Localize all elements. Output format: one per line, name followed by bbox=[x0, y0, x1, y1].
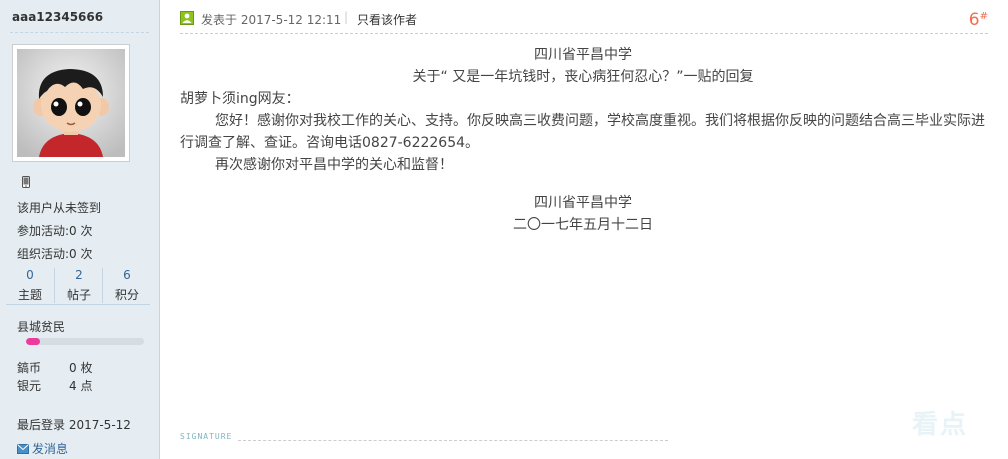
view-author-only-link[interactable]: 只看该作者 bbox=[357, 11, 417, 28]
post-paragraph: 再次感谢你对平昌中学的关心和监督！ bbox=[215, 157, 453, 173]
user-group[interactable]: 县城贫民 bbox=[17, 318, 65, 335]
signature-divider bbox=[238, 440, 668, 441]
credit-value: 0 枚 bbox=[69, 361, 93, 375]
stat-label: 积分 bbox=[114, 288, 139, 302]
credit-silver: 银元 4 点 bbox=[17, 377, 92, 394]
stat-topics[interactable]: 0 主题 bbox=[6, 268, 54, 303]
stat-label: 帖子 bbox=[66, 288, 91, 302]
post-signature-org: 四川省平昌中学 bbox=[534, 195, 632, 211]
stat-points[interactable]: 6 积分 bbox=[102, 268, 151, 303]
credit-coins: 鎬币 0 枚 bbox=[17, 359, 92, 376]
online-status-icon bbox=[180, 11, 194, 25]
post-signature-date: 二〇一七年五月十二日 bbox=[513, 217, 653, 233]
username[interactable]: aaa12345666 bbox=[12, 10, 103, 24]
floor-number-value: 6 bbox=[968, 10, 980, 30]
stat-value: 0 bbox=[26, 268, 34, 282]
credit-label: 银元 bbox=[17, 379, 42, 393]
avatar-cartoon-icon bbox=[17, 49, 125, 157]
activity-join-count: 参加活动:0 次 bbox=[17, 224, 93, 238]
post-title-subject: 关于“ 又是一年坑钱时，丧心病狂何忍心？”一贴的回复 bbox=[412, 69, 754, 85]
activity-organize-count: 组织活动:0 次 bbox=[17, 247, 93, 261]
post-paragraph: 您好！感谢你对我校工作的关心、支持。你反映高三收费问题，学校高度重视。我们将根据… bbox=[180, 113, 985, 151]
stat-value: 2 bbox=[75, 268, 83, 282]
phone-icon bbox=[22, 176, 30, 188]
watermark-logo: 看点 bbox=[911, 410, 968, 440]
post-header: 发表于 2017-5-12 12:11 | 只看该作者 6# bbox=[180, 10, 988, 30]
stat-label: 主题 bbox=[17, 288, 42, 302]
stat-posts[interactable]: 2 帖子 bbox=[54, 268, 103, 303]
sidebar-divider bbox=[10, 32, 149, 33]
last-login: 最后登录 2017-5-12 bbox=[17, 418, 131, 432]
credit-label: 鎬币 bbox=[17, 361, 42, 375]
group-progress-fill bbox=[26, 338, 41, 345]
send-message-label: 发消息 bbox=[32, 442, 69, 456]
header-separator: | bbox=[344, 10, 349, 24]
post-title-org: 四川省平昌中学 bbox=[534, 47, 632, 63]
credit-value: 4 点 bbox=[69, 379, 93, 393]
stat-value: 6 bbox=[123, 268, 131, 282]
post-salutation: 胡萝卜须ing网友： bbox=[180, 91, 300, 107]
floor-number[interactable]: 6# bbox=[969, 10, 988, 30]
signature-label: SIGNATURE bbox=[180, 432, 233, 441]
checkin-status: 该用户从未签到 bbox=[17, 201, 102, 215]
group-progress-bar bbox=[26, 338, 144, 345]
author-sidebar: aaa12345666 该用户从未签到 参加活动:0 次 组织活动:0 次 0 … bbox=[0, 0, 160, 459]
avatar[interactable] bbox=[12, 44, 130, 162]
floor-mark: # bbox=[979, 11, 988, 22]
post-content: 四川省平昌中学 关于“ 又是一年坑钱时，丧心病狂何忍心？”一贴的回复 胡萝卜须i… bbox=[180, 44, 986, 236]
header-divider bbox=[180, 33, 988, 34]
send-message-link[interactable]: 发消息 bbox=[17, 440, 68, 457]
envelope-icon bbox=[17, 444, 29, 454]
user-stats: 0 主题 2 帖子 6 积分 bbox=[6, 266, 150, 305]
post-timestamp: 发表于 2017-5-12 12:11 bbox=[201, 13, 342, 27]
